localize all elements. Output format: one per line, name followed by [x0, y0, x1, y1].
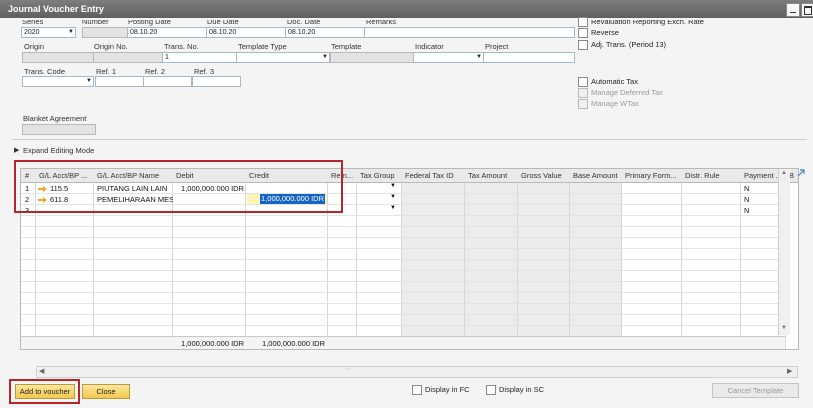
highlight-box — [14, 160, 343, 213]
ref3-field[interactable] — [192, 76, 241, 87]
reverse-label: Reverse — [591, 28, 619, 37]
indicator-select[interactable]: ▼ — [413, 52, 484, 63]
series-label: Series — [22, 17, 44, 26]
cancel-template-button: Cancel Template — [712, 383, 799, 398]
manage-deferred-tax-label: Manage Deferred Tax — [591, 88, 663, 97]
trans-no-label: Trans. No. — [164, 42, 199, 51]
posting-date-field[interactable]: 08.10.20 — [127, 27, 207, 38]
horizontal-scrollbar[interactable]: ◀ ⋯ ▶ — [36, 366, 798, 378]
col-header[interactable]: Tax Amount — [468, 171, 507, 180]
scroll-right-icon[interactable]: ▶ — [787, 367, 792, 375]
total-debit: 1,000,000.000 IDR — [181, 339, 244, 348]
project-field[interactable] — [483, 52, 575, 63]
manage-wtax-checkbox — [578, 99, 588, 109]
origin-no-field — [93, 52, 163, 63]
display-sc-checkbox[interactable] — [486, 385, 496, 395]
origin-label: Origin — [24, 42, 45, 51]
due-date-label: Due Date — [207, 17, 239, 26]
adj-trans-label: Adj. Trans. (Period 13) — [591, 40, 667, 49]
display-sc-label: Display in SC — [499, 385, 545, 394]
col-header[interactable]: Gross Value — [521, 171, 562, 180]
adj-trans-checkbox[interactable] — [578, 40, 588, 50]
blanket-agreement-field[interactable] — [22, 124, 96, 135]
automatic-tax-checkbox[interactable] — [578, 77, 588, 87]
vertical-scrollbar[interactable]: ▲ ▼ — [778, 169, 790, 335]
origin-no-label: Origin No. — [94, 42, 128, 51]
series-select[interactable]: 2020 ▼ — [21, 27, 76, 38]
chevron-down-icon: ▼ — [476, 54, 482, 60]
remarks-field[interactable] — [364, 27, 575, 38]
chevron-down-icon[interactable]: ▼ — [390, 194, 396, 200]
origin-field — [22, 52, 94, 63]
posting-date-label: Posting Date — [128, 17, 171, 26]
manage-deferred-tax-checkbox — [578, 88, 588, 98]
trans-code-select[interactable]: ▼ — [22, 76, 94, 87]
reverse-checkbox[interactable] — [578, 28, 588, 38]
indicator-label: Indicator — [415, 42, 444, 51]
template-label: Template — [331, 42, 362, 51]
chevron-down-icon: ▼ — [86, 78, 92, 84]
scroll-up-icon[interactable]: ▲ — [781, 170, 787, 176]
doc-date-label: Doc. Date — [287, 17, 321, 26]
totals-row — [21, 336, 785, 349]
scroll-left-icon[interactable]: ◀ — [39, 367, 44, 375]
ref1-field[interactable] — [95, 76, 144, 87]
template-type-select[interactable]: ▼ — [236, 52, 330, 63]
minimize-icon[interactable] — [786, 3, 800, 17]
remarks-label: Remarks — [366, 17, 397, 26]
ref3-label: Ref. 3 — [194, 67, 215, 76]
maximize-icon[interactable] — [801, 3, 813, 17]
window-title: Journal Voucher Entry — [8, 4, 104, 14]
ref1-label: Ref. 1 — [96, 67, 117, 76]
due-date-field[interactable]: 08.10.20 — [206, 27, 286, 38]
chevron-down-icon[interactable]: ▼ — [390, 205, 396, 211]
trans-no-field: 1 — [162, 52, 237, 63]
display-fc-checkbox[interactable] — [412, 385, 422, 395]
template-field[interactable] — [330, 52, 414, 63]
chevron-down-icon[interactable]: ▼ — [390, 183, 396, 189]
chevron-down-icon: ▼ — [322, 54, 328, 60]
display-fc-label: Display in FC — [425, 385, 470, 394]
number-label: Number — [82, 17, 109, 26]
col-header[interactable]: Tax Group — [360, 171, 395, 180]
template-type-label: Template Type — [238, 42, 287, 51]
revaluation-checkbox[interactable] — [578, 17, 588, 27]
ref2-label: Ref. 2 — [145, 67, 166, 76]
payment-cell: N — [744, 195, 750, 204]
highlight-box — [9, 379, 80, 404]
title-bar: Journal Voucher Entry — [0, 0, 813, 18]
doc-date-field[interactable]: 08.10.20 — [285, 27, 365, 38]
revaluation-label: Revaluation Reporting Exch. Rate — [591, 17, 704, 26]
expand-editing-mode[interactable]: Expand Editing Mode — [23, 146, 94, 155]
separator — [12, 139, 807, 140]
project-label: Project — [485, 42, 509, 51]
automatic-tax-label: Automatic Tax — [591, 77, 638, 86]
ref2-field[interactable] — [143, 76, 192, 87]
col-header[interactable]: Primary Form... — [625, 171, 681, 180]
col-header[interactable]: Distr. Rule — [685, 171, 720, 180]
scroll-down-icon[interactable]: ▼ — [781, 325, 787, 331]
expand-table-icon[interactable] — [796, 168, 806, 178]
blanket-agreement-label: Blanket Agreement — [23, 114, 87, 123]
manage-wtax-label: Manage WTax — [591, 99, 639, 108]
col-header[interactable]: Federal Tax ID — [405, 171, 454, 180]
scroll-thumb-grip[interactable]: ⋯ — [345, 366, 351, 373]
col-header[interactable]: Base Amount — [573, 171, 618, 180]
total-credit: 1,000,000.000 IDR — [262, 339, 325, 348]
chevron-down-icon: ▼ — [68, 29, 74, 35]
expand-arrow-icon[interactable]: ▶ — [14, 146, 19, 154]
number-field — [82, 27, 128, 38]
close-button[interactable]: Close — [82, 384, 130, 399]
trans-code-label: Trans. Code — [24, 67, 65, 76]
payment-cell: N — [744, 184, 750, 193]
payment-cell: N — [744, 206, 750, 215]
